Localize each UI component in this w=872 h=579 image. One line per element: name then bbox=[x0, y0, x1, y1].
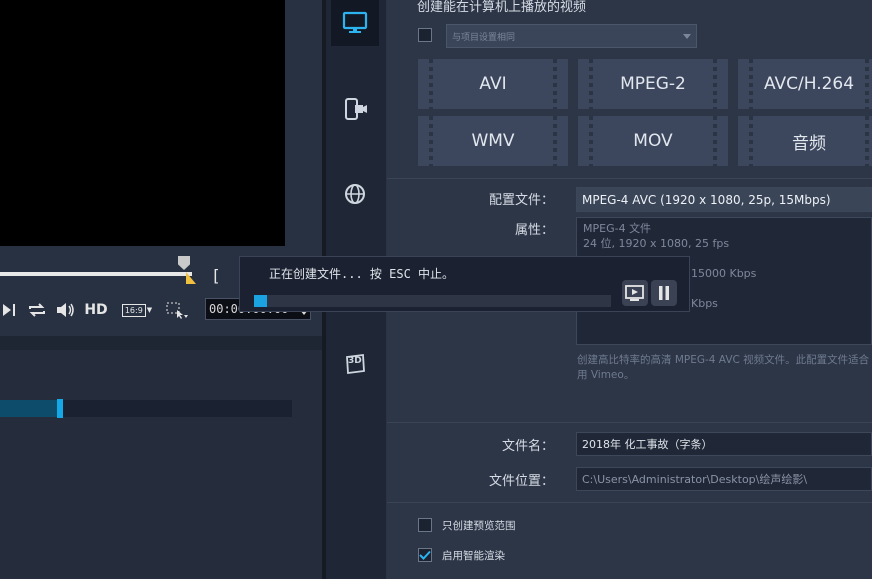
device-output-button[interactable] bbox=[331, 86, 379, 132]
video-preview bbox=[0, 0, 285, 246]
property-line: MPEG-4 文件 bbox=[583, 222, 652, 235]
format-audio-button[interactable]: 音频 bbox=[738, 116, 872, 166]
aspect-ratio-label: 16:9 bbox=[121, 303, 146, 317]
profile-description: 创建高比特率的高清 MPEG-4 AVC 视频文件。此配置文件适合用 Vimeo… bbox=[577, 354, 870, 381]
divider bbox=[387, 178, 872, 179]
properties-label: 属性： bbox=[514, 223, 554, 238]
dialog-progress-fill bbox=[254, 295, 267, 307]
crop-tool-button[interactable] bbox=[163, 299, 191, 321]
property-line: 24 位, 1920 x 1080, 25 fps bbox=[583, 237, 730, 250]
format-avc-button[interactable]: AVC/H.264 bbox=[738, 59, 872, 109]
next-frame-button[interactable] bbox=[0, 299, 18, 321]
format-avi-button[interactable]: AVI bbox=[418, 59, 568, 109]
3d-label: 3D bbox=[348, 356, 362, 366]
mobile-device-icon bbox=[345, 98, 367, 120]
render-status-message: 正在创建文件... 按 ESC 中止。 bbox=[269, 267, 455, 281]
hd-toggle[interactable]: HD bbox=[82, 299, 110, 321]
computer-icon bbox=[342, 11, 368, 33]
scrub-bar[interactable] bbox=[0, 272, 192, 276]
repeat-button[interactable] bbox=[26, 299, 48, 321]
mark-in-button[interactable]: [ bbox=[211, 266, 221, 285]
volume-button[interactable] bbox=[55, 299, 77, 321]
selection-cursor-icon bbox=[166, 302, 188, 319]
render-progress-fill bbox=[0, 400, 58, 417]
computer-output-button[interactable] bbox=[331, 0, 379, 46]
filepath-input[interactable]: C:\Users\Administrator\Desktop\绘声绘影\ bbox=[576, 467, 872, 491]
profile-label: 配置文件： bbox=[488, 193, 554, 208]
3d-output-button[interactable]: 3D bbox=[331, 341, 379, 387]
smart-render-checkbox[interactable] bbox=[418, 548, 432, 562]
preview-toggle-button[interactable] bbox=[622, 280, 648, 306]
checkmark-icon bbox=[419, 550, 431, 560]
format-mpeg2-button[interactable]: MPEG-2 bbox=[578, 59, 728, 109]
divider bbox=[387, 502, 872, 503]
timeline-panel bbox=[0, 350, 322, 579]
divider bbox=[387, 422, 872, 423]
next-frame-icon bbox=[3, 304, 15, 316]
render-progress-marker bbox=[57, 399, 63, 418]
panel-divider bbox=[0, 336, 322, 350]
filename-input[interactable]: 2018年 化工事故（字条） bbox=[576, 432, 872, 456]
speaker-icon bbox=[57, 303, 74, 317]
pause-button[interactable] bbox=[651, 280, 677, 306]
web-globe-icon bbox=[345, 184, 365, 204]
repeat-icon bbox=[29, 303, 45, 317]
pause-icon bbox=[659, 286, 669, 300]
format-mov-button[interactable]: MOV bbox=[578, 116, 728, 166]
format-wmv-button[interactable]: WMV bbox=[418, 116, 568, 166]
section-title: 创建能在计算机上播放的视频 bbox=[417, 0, 587, 15]
profile-dropdown[interactable]: MPEG-4 AVC (1920 x 1080, 25p, 15Mbps) bbox=[576, 187, 872, 212]
chevron-down-icon bbox=[683, 34, 691, 39]
filename-label: 文件名： bbox=[501, 439, 554, 454]
filepath-label: 文件位置： bbox=[488, 474, 554, 489]
aspect-ratio-button[interactable]: 16:9 ▼ bbox=[120, 299, 154, 321]
chevron-down-icon: ▼ bbox=[146, 306, 153, 314]
preview-monitor-icon bbox=[625, 285, 644, 301]
preview-range-checkbox[interactable] bbox=[418, 518, 432, 532]
web-output-button[interactable] bbox=[331, 171, 379, 217]
smart-render-label: 启用智能渲染 bbox=[442, 550, 505, 562]
preview-range-label: 只创建预览范围 bbox=[442, 520, 516, 532]
match-project-dropdown[interactable]: 与项目设置相同 bbox=[446, 24, 697, 48]
match-project-checkbox[interactable] bbox=[418, 28, 432, 42]
dialog-progress-track bbox=[254, 295, 611, 307]
